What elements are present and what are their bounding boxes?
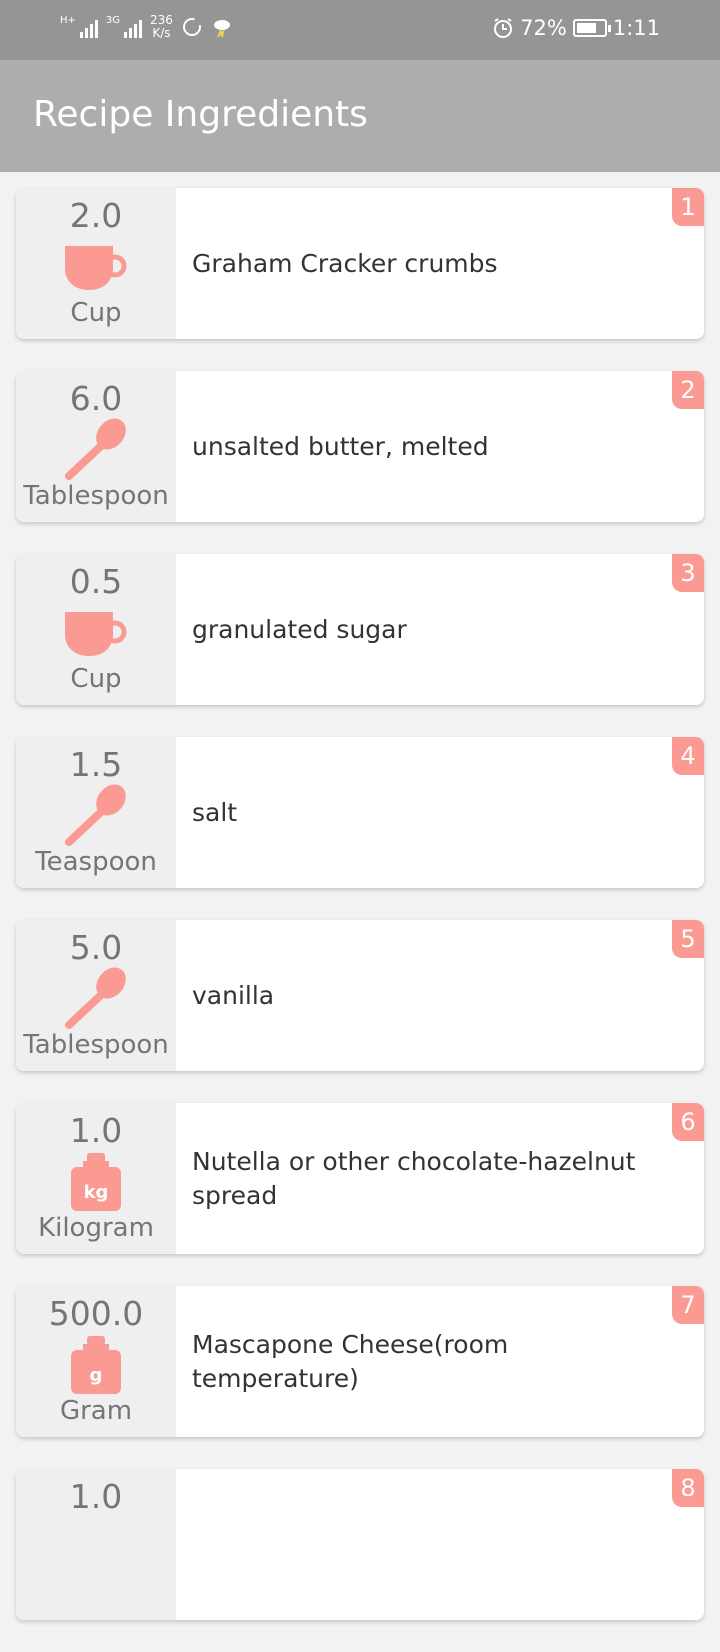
- spoon-icon: [60, 418, 132, 481]
- weight-icon: kg: [60, 1151, 132, 1213]
- quantity-value: 0.5: [69, 562, 123, 601]
- ingredient-name: vanilla: [192, 980, 275, 1010]
- index-badge: 5: [672, 920, 704, 958]
- quantity-panel: 6.0 Tablespoon: [16, 371, 176, 522]
- battery-icon: [572, 19, 611, 37]
- unit-label: Tablespoon: [23, 1030, 169, 1060]
- index-badge: 2: [672, 371, 704, 409]
- quantity-value: 2.0: [69, 196, 123, 235]
- page-title: Recipe Ingredients: [33, 94, 368, 135]
- ingredient-card-6[interactable]: 1.0 kg Kilogram Nutella or other chocola…: [16, 1103, 704, 1254]
- unit-label: Teaspoon: [35, 847, 157, 877]
- ingredient-card-8[interactable]: 1.0 8: [16, 1469, 704, 1620]
- unit-label: Tablespoon: [23, 481, 169, 511]
- quantity-panel: 500.0 g Gram: [16, 1286, 176, 1437]
- signal-icon: H+: [60, 16, 98, 38]
- quantity-value: 1.0: [69, 1111, 123, 1150]
- quantity-panel: 2.0 Cup: [16, 188, 176, 339]
- ingredient-card-5[interactable]: 5.0 Tablespoon vanilla 5: [16, 920, 704, 1071]
- network-speed: 236 K/s: [150, 14, 173, 40]
- quantity-value: 1.0: [69, 1477, 123, 1516]
- index-badge: 7: [672, 1286, 704, 1324]
- cup-icon: [60, 236, 132, 298]
- quantity-panel: 5.0 Tablespoon: [16, 920, 176, 1071]
- quantity-value: 500.0: [48, 1294, 144, 1333]
- quantity-value: 1.5: [69, 745, 123, 784]
- quantity-value: 6.0: [69, 379, 123, 418]
- unit-label: Cup: [70, 298, 122, 328]
- ingredient-name: granulated sugar: [192, 614, 407, 644]
- status-bar: H+ 3G 236 K/s 72% 1:11: [0, 0, 720, 60]
- ingredient-name: Nutella or other chocolate-hazelnut spre…: [192, 1146, 636, 1210]
- cup-icon: [60, 602, 132, 664]
- clock: 1:11: [612, 16, 660, 40]
- svg-text:g: g: [90, 1365, 103, 1386]
- ingredient-list[interactable]: 2.0 Cup Graham Cracker crumbs 1 6.0 Tabl…: [16, 188, 704, 1652]
- status-right: 72% 1:11: [492, 16, 660, 40]
- ingredient-name: salt: [192, 797, 238, 827]
- index-badge: 6: [672, 1103, 704, 1141]
- index-badge: 1: [672, 188, 704, 226]
- ingredient-name: [176, 1469, 704, 1620]
- ingredient-name: unsalted butter, melted: [192, 431, 489, 461]
- ingredient-name: Graham Cracker crumbs: [192, 248, 498, 278]
- ingredient-card-2[interactable]: 6.0 Tablespoon unsalted butter, melted 2: [16, 371, 704, 522]
- ingredient-card-7[interactable]: 500.0 g Gram Mascapone Cheese(room tempe…: [16, 1286, 704, 1437]
- unit-label: Kilogram: [38, 1213, 154, 1243]
- alarm-icon: [494, 18, 513, 38]
- battery-percent: 72%: [520, 16, 567, 40]
- svg-text:kg: kg: [84, 1182, 109, 1203]
- network-type-1: H+: [60, 15, 76, 26]
- index-badge: 4: [672, 737, 704, 775]
- unit-label: Cup: [70, 664, 122, 694]
- ingredient-card-3[interactable]: 0.5 Cup granulated sugar 3: [16, 554, 704, 705]
- ingredient-card-4[interactable]: 1.5 Teaspoon salt 4: [16, 737, 704, 888]
- speed-unit: K/s: [152, 26, 171, 40]
- app-bar: Recipe Ingredients: [0, 60, 720, 172]
- quantity-value: 5.0: [69, 928, 123, 967]
- ingredient-card-1[interactable]: 2.0 Cup Graham Cracker crumbs 1: [16, 188, 704, 339]
- unit-icon: [60, 1517, 132, 1579]
- spoon-icon: [60, 784, 132, 847]
- network-type-2: 3G: [105, 15, 121, 26]
- signal-icon-2: 3G: [105, 15, 143, 38]
- quantity-panel: 1.0 kg Kilogram: [16, 1103, 176, 1254]
- sync-icon: [182, 18, 201, 36]
- quantity-panel: 1.5 Teaspoon: [16, 737, 176, 888]
- quantity-panel: 1.0: [16, 1469, 176, 1620]
- ingredient-name: Mascapone Cheese(room temperature): [192, 1329, 509, 1393]
- quantity-panel: 0.5 Cup: [16, 554, 176, 705]
- index-badge: 8: [672, 1469, 704, 1507]
- status-left: H+ 3G 236 K/s: [60, 14, 233, 40]
- weather-icon: [213, 20, 230, 38]
- index-badge: 3: [672, 554, 704, 592]
- unit-label: Gram: [59, 1396, 133, 1426]
- spoon-icon: [60, 967, 132, 1030]
- weight-icon: g: [60, 1334, 132, 1396]
